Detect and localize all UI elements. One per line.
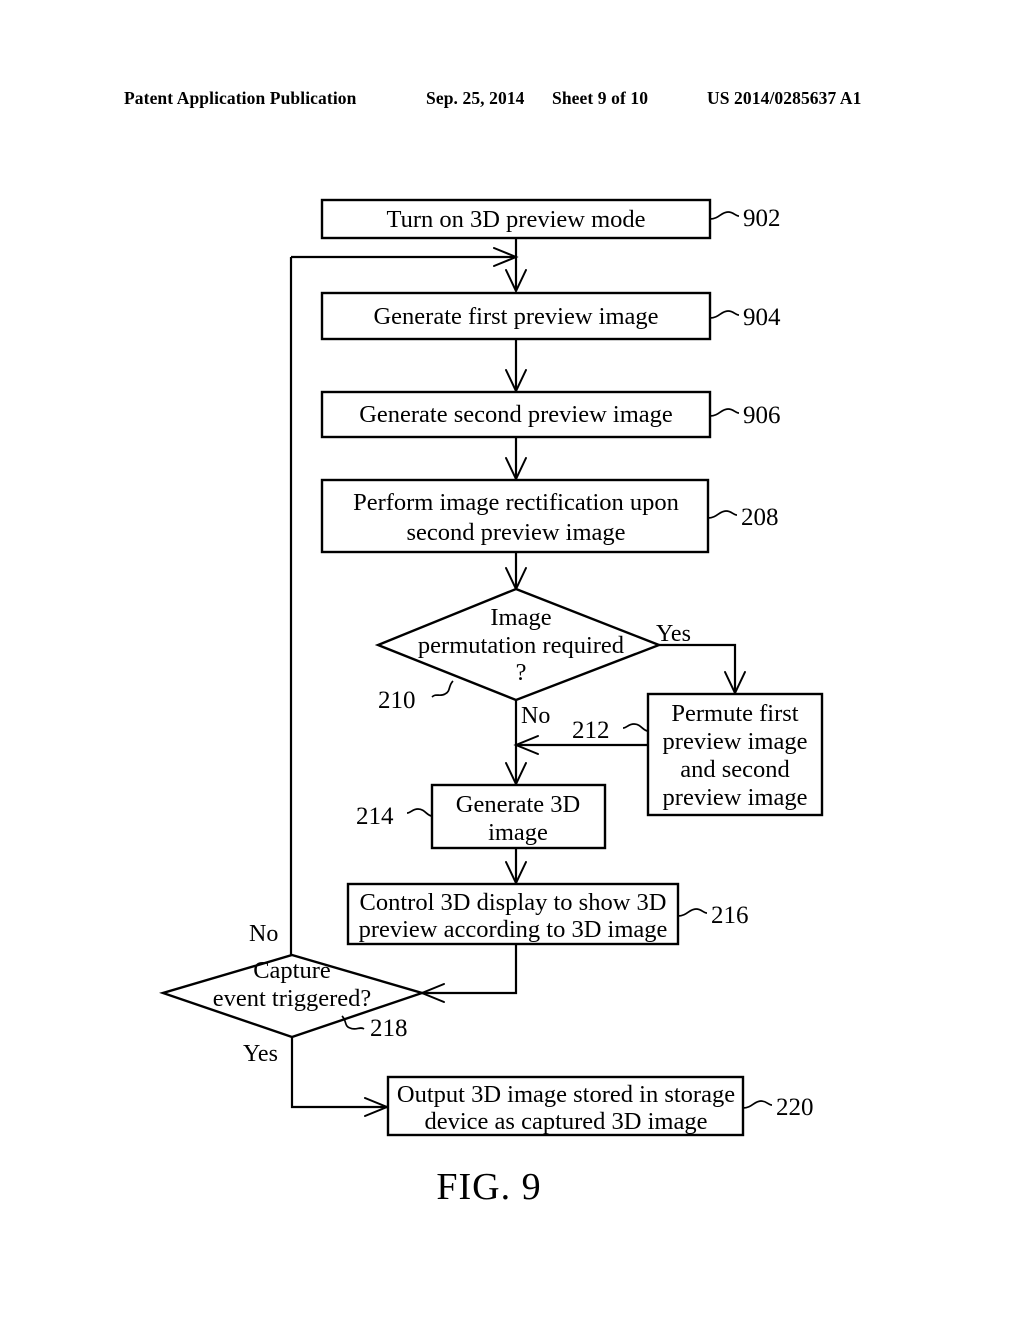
connector-904-to-906 bbox=[505, 339, 527, 394]
branch-label-218-no: No bbox=[249, 921, 278, 947]
ref-number-906: 906 bbox=[743, 402, 781, 429]
flow-node-906[interactable]: Generate second preview image bbox=[320, 390, 712, 439]
patent-page: Patent Application Publication Sep. 25, … bbox=[0, 0, 1024, 1320]
ref-label-214: 214 bbox=[356, 803, 433, 830]
flow-node-220-line-1: device as captured 3D image bbox=[425, 1108, 708, 1135]
flow-node-902[interactable]: Turn on 3D preview mode bbox=[320, 198, 712, 240]
flow-node-218-line-1: event triggered? bbox=[213, 985, 371, 1012]
flow-node-210-line-1: permutation required bbox=[418, 632, 624, 659]
ref-number-902: 902 bbox=[743, 205, 781, 232]
ref-number-220: 220 bbox=[776, 1094, 814, 1121]
flow-node-216-line-1: preview according to 3D image bbox=[359, 916, 668, 943]
connector-214-to-216 bbox=[505, 848, 527, 886]
flow-node-214-line-1: image bbox=[488, 819, 548, 846]
ref-label-902: 902 bbox=[709, 205, 781, 232]
ref-number-214: 214 bbox=[356, 803, 394, 830]
connector-906-to-208 bbox=[505, 437, 527, 482]
ref-number-208: 208 bbox=[741, 504, 779, 531]
flow-node-216[interactable]: Control 3D display to show 3D preview ac… bbox=[346, 882, 680, 946]
flow-node-212[interactable]: Permute first preview image and second p… bbox=[646, 692, 824, 817]
flow-node-212-line-1: preview image bbox=[663, 728, 808, 755]
connector-902-to-904 bbox=[505, 238, 527, 294]
flow-node-212-line-0: Permute first bbox=[671, 700, 798, 727]
flow-node-216-line-0: Control 3D display to show 3D bbox=[360, 889, 667, 916]
ref-label-210: 210 bbox=[378, 680, 454, 714]
ref-label-208: 208 bbox=[707, 504, 779, 531]
ref-number-904: 904 bbox=[743, 304, 781, 331]
ref-number-218: 218 bbox=[370, 1015, 408, 1042]
ref-number-210: 210 bbox=[378, 687, 416, 714]
ref-label-904: 904 bbox=[709, 304, 781, 331]
figure-caption: FIG. 9 bbox=[436, 1166, 541, 1208]
flow-node-210[interactable]: Image permutation required ? bbox=[374, 587, 663, 702]
flow-node-214-line-0: Generate 3D bbox=[456, 791, 580, 818]
branch-label-210-no: No bbox=[521, 703, 550, 729]
flow-node-902-line-0: Turn on 3D preview mode bbox=[386, 206, 645, 233]
flow-node-208-line-0: Perform image rectification upon bbox=[353, 489, 679, 516]
ref-label-218: 218 bbox=[341, 1015, 408, 1042]
branch-label-210-yes: Yes bbox=[656, 621, 691, 647]
ref-label-212: 212 bbox=[572, 717, 649, 744]
flow-node-212-line-3: preview image bbox=[663, 784, 808, 811]
flow-node-904-line-0: Generate first preview image bbox=[373, 303, 658, 330]
connector-210-yes-to-212 bbox=[659, 643, 746, 696]
ref-label-906: 906 bbox=[709, 402, 781, 429]
flow-node-208-line-1: second preview image bbox=[406, 519, 625, 546]
flow-node-208[interactable]: Perform image rectification upon second … bbox=[320, 478, 710, 554]
connector-216-to-218 bbox=[419, 944, 518, 1003]
flow-node-218-line-0: Capture bbox=[253, 957, 331, 984]
flow-node-906-line-0: Generate second preview image bbox=[359, 401, 673, 428]
ref-label-220: 220 bbox=[742, 1094, 814, 1121]
feedback-loop-connector bbox=[291, 247, 519, 267]
ref-number-212: 212 bbox=[572, 717, 610, 744]
flow-node-904[interactable]: Generate first preview image bbox=[320, 291, 712, 341]
ref-number-216: 216 bbox=[711, 902, 749, 929]
flowchart-figure: Turn on 3D preview mode 902 Generate fir… bbox=[159, 198, 824, 1208]
flow-node-210-line-0: Image bbox=[490, 604, 551, 631]
flow-node-210-line-2: ? bbox=[516, 659, 527, 686]
ref-label-216: 216 bbox=[677, 902, 749, 929]
flow-node-220-line-0: Output 3D image stored in storage bbox=[397, 1081, 735, 1108]
flow-node-220[interactable]: Output 3D image stored in storage device… bbox=[386, 1075, 745, 1137]
branch-label-218-yes: Yes bbox=[243, 1041, 278, 1067]
flow-node-212-line-2: and second bbox=[680, 756, 790, 783]
connector-218-yes-to-220 bbox=[290, 1037, 390, 1117]
flow-node-214[interactable]: Generate 3D image bbox=[430, 783, 607, 850]
connector-208-to-210 bbox=[505, 552, 527, 592]
